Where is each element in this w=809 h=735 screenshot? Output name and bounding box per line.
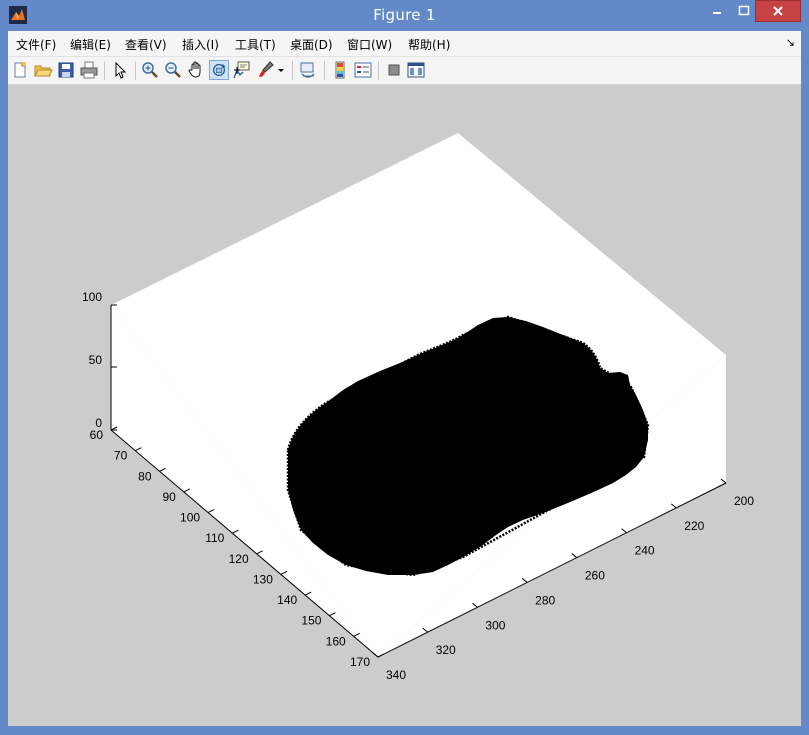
brush-dropdown-icon[interactable] (276, 60, 286, 80)
toolbar-separator (135, 61, 136, 80)
zoom-in-icon[interactable] (140, 60, 160, 80)
x-tick-label: 300 (485, 618, 505, 632)
x-tick-label: 220 (684, 519, 704, 533)
menu-tools[interactable]: 工具(T) (235, 36, 276, 53)
x-tick-label: 320 (436, 643, 456, 657)
insert-legend-icon[interactable] (353, 60, 373, 80)
figure-toolbar (8, 57, 801, 85)
menu-help[interactable]: 帮助(H) (408, 36, 450, 53)
zoom-out-icon[interactable] (163, 60, 183, 80)
minimize-icon (713, 12, 721, 14)
menu-view[interactable]: 查看(V) (125, 36, 167, 53)
figure-window: Figure 1 文件(F) 编辑(E) 查看(V) 插入(I) 工具(T) 桌… (0, 0, 809, 735)
toolbar-separator (324, 61, 325, 80)
menu-edit[interactable]: 编辑(E) (70, 36, 111, 53)
maximize-button[interactable] (733, 0, 755, 22)
menu-insert[interactable]: 插入(I) (182, 36, 219, 53)
rotate-3d-icon (212, 63, 226, 77)
x-tick-label: 260 (585, 569, 605, 583)
z-tick-label: 100 (82, 290, 102, 304)
y-tick-label: 90 (162, 490, 176, 504)
hide-plot-tools-icon[interactable] (384, 60, 404, 80)
maximize-icon (738, 5, 750, 16)
window-title: Figure 1 (373, 6, 436, 24)
y-tick-label: 140 (277, 593, 297, 607)
x-tick-label: 240 (635, 544, 655, 558)
y-tick-label: 60 (90, 428, 104, 442)
y-tick-label: 160 (326, 634, 346, 648)
y-tick-label: 170 (350, 655, 370, 669)
x-tick-label: 280 (535, 593, 555, 607)
z-tick-label: 50 (89, 353, 103, 367)
insert-colorbar-icon[interactable] (330, 60, 350, 80)
menu-file[interactable]: 文件(F) (16, 36, 56, 53)
minimize-button[interactable] (706, 0, 728, 22)
rotate-3d-button[interactable] (209, 60, 229, 80)
y-tick-label: 130 (253, 572, 273, 586)
y-tick-label: 110 (205, 531, 224, 545)
figure-canvas[interactable]: 100 50 0 60 70 80 90 100 110 120 130 140 150 160 17… (8, 85, 801, 726)
close-icon (773, 6, 783, 16)
edit-plot-arrow-icon[interactable] (110, 60, 130, 80)
y-tick-label: 150 (301, 614, 321, 628)
menu-bar: 文件(F) 编辑(E) 查看(V) 插入(I) 工具(T) 桌面(D) 窗口(W… (8, 31, 801, 57)
y-tick-label: 70 (114, 449, 128, 463)
toolbar-separator (292, 61, 293, 80)
menu-window[interactable]: 窗口(W) (347, 36, 392, 53)
data-cursor-icon[interactable] (232, 60, 252, 80)
title-bar[interactable]: Figure 1 (0, 0, 809, 30)
toolbar-separator (378, 61, 379, 80)
pan-hand-icon[interactable] (186, 60, 206, 80)
open-file-icon[interactable] (33, 60, 53, 80)
y-tick-label: 100 (180, 511, 200, 525)
toolbar-separator (104, 61, 105, 80)
close-button[interactable] (755, 0, 801, 22)
new-figure-icon[interactable] (10, 60, 30, 80)
axes-3d[interactable]: 100 50 0 6070809010011012013014015016017… (8, 85, 801, 726)
brush-icon[interactable] (256, 60, 276, 80)
show-plot-tools-icon[interactable] (406, 60, 426, 80)
y-tick-label: 120 (229, 552, 249, 566)
y-tick-label: 80 (138, 469, 152, 483)
save-icon[interactable] (56, 60, 76, 80)
x-tick-label: 200 (734, 494, 754, 508)
menu-desktop[interactable]: 桌面(D) (290, 36, 333, 53)
print-icon[interactable] (79, 60, 99, 80)
dock-arrow-icon[interactable]: ↘ (786, 36, 795, 49)
x-tick-label: 340 (386, 668, 406, 682)
link-plot-icon[interactable] (298, 60, 318, 80)
